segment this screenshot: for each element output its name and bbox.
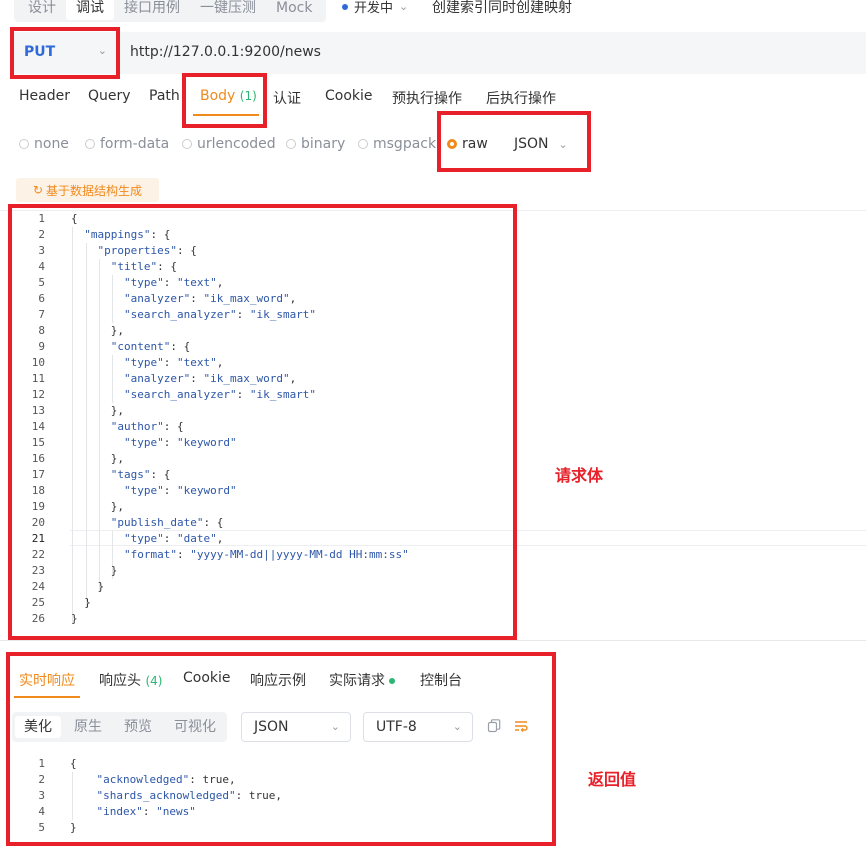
tab-path[interactable]: Path bbox=[149, 88, 180, 104]
radio-icon bbox=[286, 139, 296, 149]
radio-form-data-label: form-data bbox=[100, 136, 170, 152]
generate-from-schema-label: 基于数据结构生成 bbox=[46, 183, 143, 198]
radio-msgpack[interactable]: msgpack bbox=[358, 136, 436, 152]
annotation-response: 返回值 bbox=[588, 770, 637, 789]
radio-icon bbox=[358, 139, 368, 149]
tab-test-cases[interactable]: 接口用例 bbox=[114, 0, 190, 20]
radio-none-label: none bbox=[34, 136, 69, 152]
tab-auth[interactable]: 认证 bbox=[273, 88, 301, 108]
refresh-icon: ↻ bbox=[32, 183, 44, 197]
status-select[interactable]: 开发中 ⌄ bbox=[342, 0, 408, 16]
api-name: 创建索引同时创建映射 bbox=[432, 0, 572, 16]
radio-msgpack-label: msgpack bbox=[373, 136, 437, 152]
annotation-request-body: 请求体 bbox=[555, 466, 604, 485]
status-label: 开发中 bbox=[354, 1, 394, 16]
radio-icon bbox=[182, 139, 192, 149]
url-input[interactable]: http://127.0.0.1:9200/news bbox=[130, 44, 321, 60]
tab-header[interactable]: Header bbox=[19, 88, 70, 104]
radio-binary-label: binary bbox=[301, 136, 346, 152]
radio-urlencoded-label: urlencoded bbox=[197, 136, 276, 152]
highlight-box-body-tab bbox=[182, 73, 267, 128]
radio-icon bbox=[19, 139, 29, 149]
tab-design[interactable]: 设计 bbox=[18, 0, 66, 20]
highlight-box-raw-json bbox=[437, 111, 591, 172]
radio-none[interactable]: none bbox=[19, 136, 69, 152]
tab-query[interactable]: Query bbox=[88, 88, 131, 104]
tab-mock[interactable]: Mock bbox=[266, 0, 322, 20]
highlight-box-response bbox=[6, 652, 556, 846]
tab-load-test[interactable]: 一键压测 bbox=[190, 0, 266, 20]
generate-from-schema-button[interactable]: ↻ 基于数据结构生成 bbox=[16, 178, 159, 202]
tab-pre-actions[interactable]: 预执行操作 bbox=[392, 88, 462, 108]
radio-icon bbox=[85, 139, 95, 149]
chevron-down-icon: ⌄ bbox=[399, 0, 409, 13]
radio-urlencoded[interactable]: urlencoded bbox=[182, 136, 276, 152]
tab-debug[interactable]: 调试 bbox=[66, 0, 114, 20]
highlight-box-request-body bbox=[8, 204, 517, 640]
tab-post-actions[interactable]: 后执行操作 bbox=[486, 88, 556, 108]
radio-binary[interactable]: binary bbox=[286, 136, 345, 152]
top-tabs: 设计 调试 接口用例 一键压测 Mock bbox=[14, 0, 327, 22]
tab-cookie[interactable]: Cookie bbox=[325, 88, 373, 104]
status-dot-icon bbox=[342, 3, 348, 10]
highlight-box-method bbox=[10, 27, 120, 79]
panel-divider bbox=[0, 640, 866, 641]
radio-form-data[interactable]: form-data bbox=[85, 136, 169, 152]
